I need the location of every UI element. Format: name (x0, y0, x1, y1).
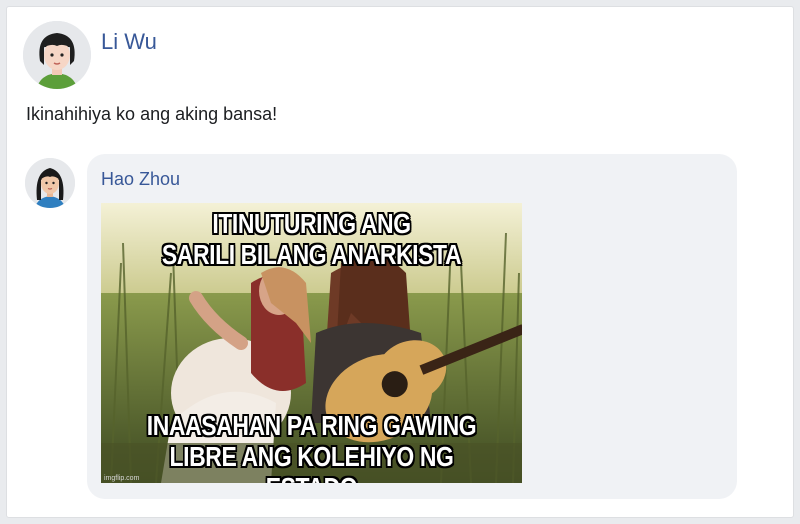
post-card: Li Wu Ikinahihiya ko ang aking bansa! Ha… (6, 6, 794, 518)
commenter-avatar[interactable] (25, 158, 75, 208)
commenter-name[interactable]: Hao Zhou (101, 169, 180, 190)
meme-bottom-caption: INAASAHAN PA RING GAWING LIBRE ANG KOLEH… (146, 410, 477, 483)
author-avatar[interactable] (23, 21, 91, 89)
author-name[interactable]: Li Wu (101, 29, 157, 55)
meme-watermark: imgflip.com (104, 475, 140, 482)
woman-avatar-icon (25, 158, 75, 208)
woman-avatar-icon (23, 21, 91, 89)
meme-image[interactable]: ITINUTURING ANG SARILI BILANG ANARKISTA … (101, 203, 522, 483)
meme-top-caption: ITINUTURING ANG SARILI BILANG ANARKISTA (161, 208, 462, 270)
post-text: Ikinahihiya ko ang aking bansa! (26, 104, 278, 124)
comment-bubble: Hao Zhou ITINUTURING ANG SARILI BILANG A… (87, 154, 737, 499)
